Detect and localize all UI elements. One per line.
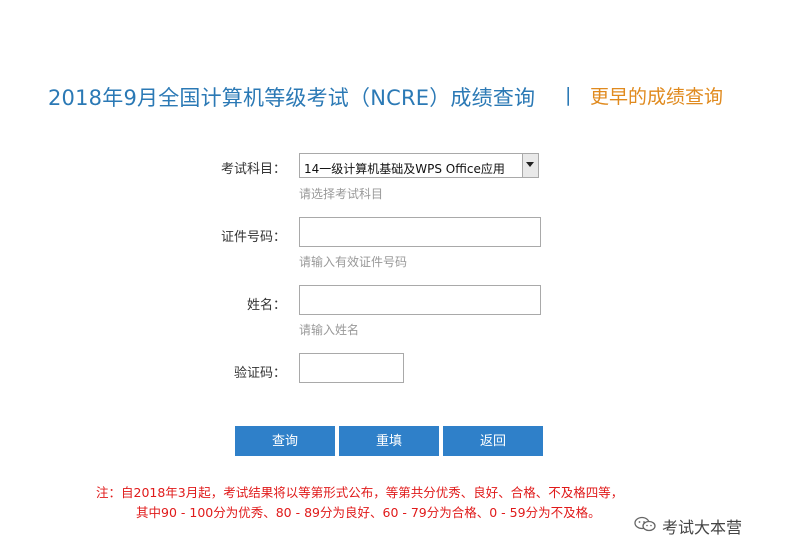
query-button[interactable]: 查询 <box>235 426 335 456</box>
captcha-input[interactable] <box>299 353 404 383</box>
chevron-down-icon[interactable] <box>522 154 538 177</box>
back-button[interactable]: 返回 <box>443 426 543 456</box>
subject-selected-value: 14一级计算机基础及WPS Office应用 <box>304 162 505 176</box>
earlier-results-link[interactable]: 更早的成绩查询 <box>590 82 723 109</box>
reset-button[interactable]: 重填 <box>339 426 439 456</box>
notice-line-1: 注：自2018年3月起，考试结果将以等第形式公布，等第共分优秀、良好、合格、不及… <box>96 485 624 500</box>
page-title: 2018年9月全国计算机等级考试（NCRE）成绩查询 <box>48 86 536 110</box>
subject-hint: 请选择考试科目 <box>299 187 384 201</box>
watermark-text: 考试大本营 <box>662 518 743 537</box>
page-header: 2018年9月全国计算机等级考试（NCRE）成绩查询 | 更早的成绩查询 <box>0 80 785 114</box>
subject-select[interactable]: 14一级计算机基础及WPS Office应用 <box>299 153 539 178</box>
subject-label: 考试科目： <box>220 162 286 177</box>
notice-line-2: 其中90 - 100分为优秀、80 - 89分为良好、60 - 79分为合格、0… <box>136 505 601 520</box>
header-separator: | <box>565 84 572 106</box>
id-number-hint: 请输入有效证件号码 <box>299 255 408 269</box>
name-input[interactable] <box>299 285 541 315</box>
captcha-label: 验证码： <box>233 366 286 381</box>
wechat-icon <box>634 516 656 532</box>
watermark: 考试大本营 <box>626 510 776 538</box>
name-label: 姓名： <box>246 298 286 313</box>
name-hint: 请输入姓名 <box>299 323 360 337</box>
id-number-input[interactable] <box>299 217 541 247</box>
id-number-label: 证件号码： <box>220 230 286 245</box>
